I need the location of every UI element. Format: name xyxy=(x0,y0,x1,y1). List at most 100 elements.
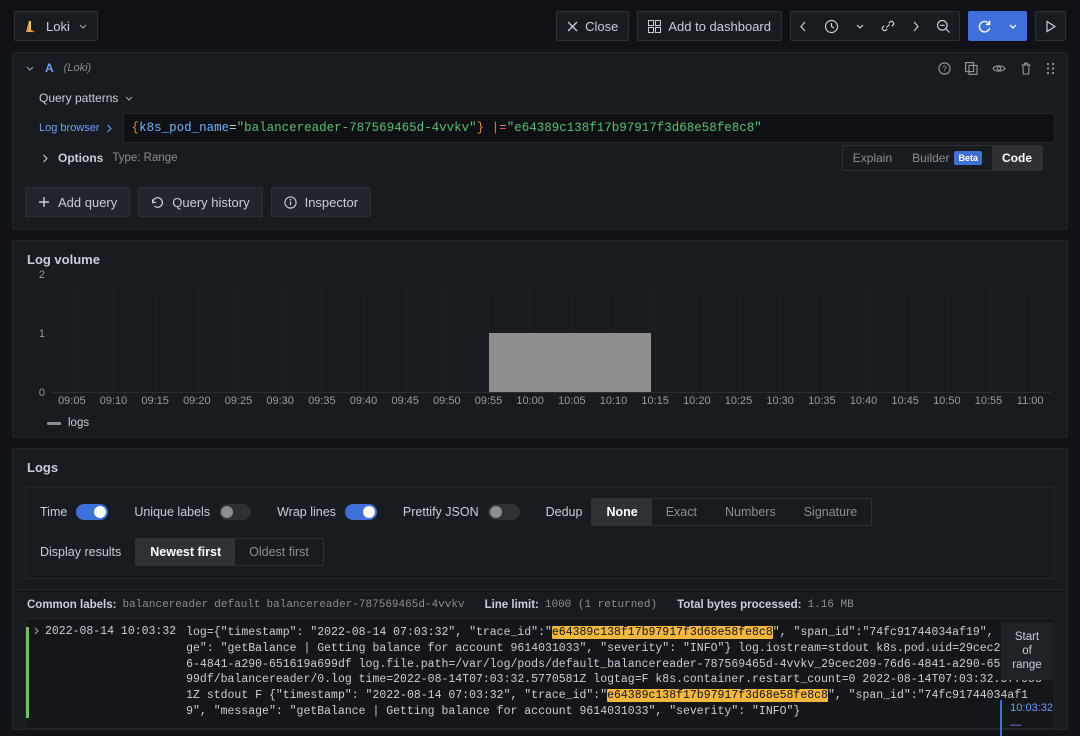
history-icon xyxy=(151,196,164,209)
display-option-newest-first[interactable]: Newest first xyxy=(136,539,235,565)
logs-title: Logs xyxy=(13,449,1067,479)
chart-gridline xyxy=(947,289,948,392)
dedup-option-label: Numbers xyxy=(725,505,776,519)
dedup-option-signature[interactable]: Signature xyxy=(790,499,872,525)
prettify-json-toggle[interactable]: Prettify JSON xyxy=(403,504,520,520)
query-history-button[interactable]: Query history xyxy=(138,187,262,217)
unique-labels-switch[interactable] xyxy=(219,504,251,520)
builder-toggle[interactable]: Builder Beta xyxy=(902,146,992,170)
chart-gridline xyxy=(239,289,240,392)
code-toggle[interactable]: Code xyxy=(992,146,1042,170)
drag-handle-icon[interactable] xyxy=(1046,62,1055,75)
chart-x-tick: 09:45 xyxy=(391,395,419,407)
wrap-lines-toggle[interactable]: Wrap lines xyxy=(277,504,377,520)
run-query-button[interactable] xyxy=(1036,12,1065,40)
zoom-out-button[interactable] xyxy=(928,12,959,40)
help-circle-icon[interactable]: ? xyxy=(938,62,951,75)
chart-x-tick: 10:10 xyxy=(600,395,628,407)
query-token: |= xyxy=(492,121,507,135)
common-label-1[interactable]: balancereader xyxy=(122,599,208,611)
eye-icon[interactable] xyxy=(992,62,1006,75)
datasource-picker[interactable]: Loki xyxy=(14,11,98,41)
time-sync-button[interactable] xyxy=(873,12,903,40)
chevron-down-icon[interactable] xyxy=(78,21,88,31)
log-row-expander[interactable] xyxy=(29,625,43,720)
query-code-input[interactable]: {k8s_pod_name="balancereader-787569465d-… xyxy=(123,113,1055,143)
datasource-name: Loki xyxy=(46,19,70,34)
chart-x-tick: 10:20 xyxy=(683,395,711,407)
legend-label: logs xyxy=(68,417,89,429)
display-results-row: Display results Newest first Oldest firs… xyxy=(40,538,1040,566)
query-patterns-label: Query patterns xyxy=(39,91,118,105)
query-row-header: A (Loki) ? xyxy=(13,53,1067,83)
display-option-label: Newest first xyxy=(150,545,221,559)
chart-x-tick: 09:35 xyxy=(308,395,336,407)
logs-meta-row: Common labels: balancereader default bal… xyxy=(13,589,1067,618)
chart-plot-area xyxy=(51,275,1051,393)
refresh-interval-caret[interactable] xyxy=(1000,12,1026,40)
time-switch[interactable] xyxy=(76,504,108,520)
query-token: "balancereader-787569465d-4vvkv" xyxy=(237,121,477,135)
inspector-button[interactable]: Inspector xyxy=(271,187,371,217)
refresh-button[interactable] xyxy=(969,12,1000,40)
chart-gridline xyxy=(114,289,115,392)
explain-label: Explain xyxy=(853,151,892,165)
chart-gridline xyxy=(905,289,906,392)
chevron-down-icon[interactable] xyxy=(25,63,35,73)
log-browser-button[interactable]: Log browser xyxy=(39,113,123,143)
prettify-json-switch[interactable] xyxy=(488,504,520,520)
wrap-lines-switch[interactable] xyxy=(345,504,377,520)
query-patterns-button[interactable]: Query patterns xyxy=(39,83,1055,113)
display-option-label: Oldest first xyxy=(249,545,309,559)
copy-icon[interactable] xyxy=(965,62,978,75)
time-picker-caret[interactable] xyxy=(847,12,873,40)
add-query-button[interactable]: Add query xyxy=(25,187,130,217)
time-shift-forward-button[interactable] xyxy=(903,12,928,40)
time-range-controls xyxy=(790,11,960,41)
time-shift-back-button[interactable] xyxy=(791,12,816,40)
log-highlight-match: e64389c138f17b97917f3d68e58fe8c8 xyxy=(552,626,773,639)
log-volume-chart[interactable]: 012 09:0509:1009:1509:2009:2509:3009:350… xyxy=(23,275,1057,415)
chevron-down-icon xyxy=(124,93,134,103)
display-option-oldest-first[interactable]: Oldest first xyxy=(235,539,323,565)
log-timestamp: 2022-08-14 10:03:32 xyxy=(43,625,186,720)
switch-knob xyxy=(490,506,502,518)
switch-knob xyxy=(363,506,375,518)
chart-legend[interactable]: logs xyxy=(13,415,1067,429)
unique-labels-toggle[interactable]: Unique labels xyxy=(134,504,251,520)
switch-knob xyxy=(94,506,106,518)
chart-gridline xyxy=(739,289,740,392)
chart-y-tick: 2 xyxy=(39,269,45,281)
explore-toolbar: Loki Close xyxy=(0,0,1080,52)
chart-gridline xyxy=(655,289,656,392)
chart-gridline xyxy=(155,289,156,392)
common-label-3[interactable]: balancereader-787569465d-4vvkv xyxy=(267,599,465,611)
dedup-option-numbers[interactable]: Numbers xyxy=(711,499,790,525)
switch-knob xyxy=(221,506,233,518)
logs-toggle-row: Time Unique labels Wrap lines Prettify J… xyxy=(40,498,1040,526)
chevron-left-icon xyxy=(799,21,808,32)
trash-icon[interactable] xyxy=(1020,62,1032,75)
range-start-time: 10:03:32 xyxy=(1010,700,1053,717)
logs-panel: Logs Time Unique labels Wrap lines Prett… xyxy=(12,448,1068,730)
explain-toggle[interactable]: Explain xyxy=(843,146,902,170)
chart-x-tick: 10:50 xyxy=(933,395,961,407)
chart-x-tick: 09:20 xyxy=(183,395,211,407)
common-label-2[interactable]: default xyxy=(214,599,260,611)
dedup-label: Dedup xyxy=(546,505,583,519)
start-of-range-line2: of xyxy=(1005,644,1049,658)
dedup-option-exact[interactable]: Exact xyxy=(652,499,711,525)
dedup-radio-group: None Exact Numbers Signature xyxy=(591,498,872,526)
table-row[interactable]: 2022-08-14 10:03:32 log={"timestamp": "2… xyxy=(25,618,1055,729)
chart-x-tick: 11:00 xyxy=(1017,395,1044,407)
chart-x-tick: 10:55 xyxy=(975,395,1003,407)
chart-gridline xyxy=(822,289,823,392)
time-toggle[interactable]: Time xyxy=(40,504,108,520)
dedup-option-none[interactable]: None xyxy=(592,499,651,525)
dedup-option-label: None xyxy=(606,505,637,519)
add-to-dashboard-button[interactable]: Add to dashboard xyxy=(637,11,782,41)
close-button[interactable]: Close xyxy=(556,11,629,41)
chart-x-tick: 09:30 xyxy=(266,395,294,407)
time-picker-button[interactable] xyxy=(816,12,847,40)
chart-x-tick: 10:30 xyxy=(766,395,794,407)
